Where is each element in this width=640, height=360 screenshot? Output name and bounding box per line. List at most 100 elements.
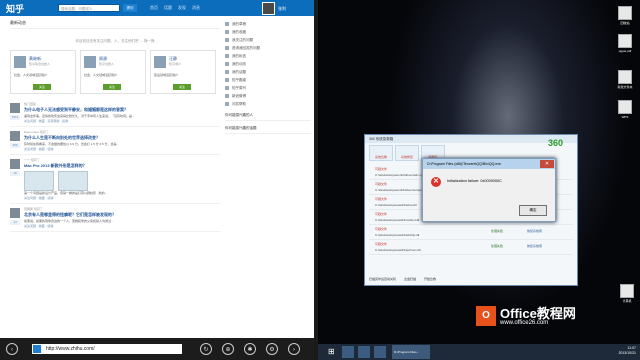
- row-action[interactable]: 恢复系统项: [527, 229, 542, 233]
- feed-item: 386 Eason Guo 赞同了 为什么人生是不断向别处的世界选择改变？ 有时…: [10, 130, 220, 155]
- avatar[interactable]: [10, 208, 20, 218]
- feed-item: 1512 热门回答 为什么电子人无法感受到平静安，和婚姻都是这样的答案？ 遇到这…: [10, 102, 220, 127]
- desktop-icon[interactable]: 新建文件夹: [616, 70, 634, 89]
- feed-title: 最新动态: [10, 20, 220, 29]
- avatar[interactable]: [154, 56, 166, 68]
- search-input[interactable]: 搜索话题、问题或人: [58, 4, 120, 12]
- zhihu-logo[interactable]: 知乎: [6, 2, 24, 15]
- feed-actions[interactable]: 关注问题 · 收藏 · 感谢: [24, 196, 220, 200]
- row-status: 处理失败: [491, 244, 504, 248]
- feed-answer-summary[interactable]: 遇到这件事，爱情的欢庆会来得比较长久，对于手中有人生来说，「没有时间」是...: [24, 114, 220, 118]
- nav-messages[interactable]: 消息: [192, 5, 200, 11]
- invite-icon: [225, 46, 229, 50]
- start-rescue-button[interactable]: 开始急救: [424, 277, 436, 281]
- row-title: 可疑文件: [375, 197, 388, 201]
- pin-icon[interactable]: ✱: [244, 343, 256, 355]
- vote-count[interactable]: 14: [10, 220, 20, 225]
- feed-question-link[interactable]: Mac Pro 2013 新款外形是怎样的？: [24, 163, 220, 169]
- site-favicon: [33, 345, 41, 353]
- feed-actions[interactable]: 关注问题 · 收藏 · 感谢: [24, 224, 220, 228]
- close-icon[interactable]: ✕: [540, 160, 554, 168]
- tabs-icon[interactable]: ⊕: [222, 343, 234, 355]
- tab-rescue[interactable]: 系统急救: [369, 145, 393, 161]
- answer-image[interactable]: [58, 171, 89, 191]
- avatar[interactable]: [14, 56, 26, 68]
- refresh-icon[interactable]: ↻: [200, 343, 212, 355]
- sidebar-item-followed-questions[interactable]: 我关注的问题: [225, 36, 311, 44]
- sidebar-item-topics[interactable]: 我的话题: [225, 68, 311, 76]
- ask-button[interactable]: 提问: [123, 4, 137, 12]
- vote-count[interactable]: 1512: [10, 115, 20, 120]
- desktop-icon[interactable]: qqpet.pdf: [616, 34, 634, 53]
- sidebar-item-drafts[interactable]: 我的草稿: [225, 20, 311, 28]
- sidebar-item-roundtable[interactable]: 知乎圆桌: [225, 76, 311, 84]
- desktop-icon[interactable]: 回收站: [616, 6, 634, 25]
- row-title: 可疑文件: [375, 167, 388, 171]
- sidebar-item-weekly[interactable]: 知乎周刊: [225, 84, 311, 92]
- sidebar-item-collections[interactable]: 我的收藏: [225, 28, 311, 36]
- feed-actions[interactable]: 关注问题 · 收藏 · 感谢: [24, 147, 220, 151]
- table-row[interactable]: 可疑文件 C:\windows\syswow64\winhttp.dll 处理失…: [369, 225, 573, 240]
- desktop-icon[interactable]: 计算机: [618, 284, 636, 303]
- feed-actions[interactable]: 关注问题 · 收藏 · 没有帮助 · 感谢: [24, 119, 220, 123]
- avatar[interactable]: [10, 103, 20, 113]
- row-action[interactable]: 恢复系统项: [527, 244, 542, 248]
- feed-question-link[interactable]: 北京有人是哪里得的怪癖呢？它们是怎样被发现的？: [24, 212, 220, 218]
- sidebar-item-invitations[interactable]: 邀请我回答的问题: [225, 44, 311, 52]
- suggested-topics-title: 你可能感兴趣的话题: [225, 126, 311, 134]
- vote-count[interactable]: 386: [10, 143, 20, 148]
- feed-answer-summary[interactable]: 第一个问题是新设计产品，值得一看的是打算以圆柱形 · 新的...: [24, 191, 220, 195]
- nav-home[interactable]: 首页: [150, 5, 158, 11]
- windows-start-icon[interactable]: ⊞: [328, 347, 338, 357]
- main-column: 最新动态 你目前还没有关注问题、人，关注他们吧 → 换一换 黄继新 知乎联合创始…: [10, 20, 220, 232]
- ie-address-bar: ‹ http://www.zhihu.com/ ↻ ⊕ ✱ ⚙ ›: [0, 338, 314, 360]
- suggest-card: 周源 知乎创始人 社会、人文领域活跃用户 关注: [80, 50, 146, 94]
- back-icon[interactable]: ‹: [6, 343, 18, 355]
- full-scan-option[interactable]: 全盘扫描: [404, 277, 416, 281]
- row-title: 可疑文件: [375, 182, 388, 186]
- feed-question-link[interactable]: 为什么人生是不断向别处的世界选择改变？: [24, 135, 220, 141]
- table-row[interactable]: 可疑文件 C:\windows\syswow64\perfmon.dll 处理失…: [369, 240, 573, 255]
- sidebar-item-messages[interactable]: 我的私信: [225, 52, 311, 60]
- sidebar: 我的草稿 我的收藏 我关注的问题 邀请我回答的问题 我的私信 我的动态 我的话题…: [225, 20, 311, 134]
- taskbar-app-qq[interactable]: D:\Program Files...: [392, 345, 430, 359]
- avatar[interactable]: [10, 131, 20, 141]
- pdf-file-icon: [618, 34, 632, 48]
- follow-button[interactable]: 关注: [103, 84, 121, 90]
- nav-topics[interactable]: 话题: [164, 5, 172, 11]
- feed-meta: Eason Guo 赞同了: [24, 130, 49, 134]
- avatar[interactable]: [84, 56, 96, 68]
- window-footer: 扫描完毕后自动关机 全盘扫描 开始急救: [369, 277, 436, 281]
- window-title[interactable]: 360 系统急救箱: [365, 135, 577, 143]
- ie-taskbar-icon[interactable]: [342, 346, 354, 358]
- dialog-title[interactable]: D:\Program Files (x86)\Tencent\QQ\Bin\QQ…: [423, 159, 555, 169]
- sidebar-item-weibo[interactable]: 新浪微博: [225, 92, 311, 100]
- answer-image[interactable]: [24, 171, 54, 191]
- weibo-icon: [225, 94, 229, 98]
- sidebar-item-activity[interactable]: 我的动态: [225, 60, 311, 68]
- taskbar: ⊞ D:\Program Files... 11:07 2013/10/21: [318, 344, 640, 360]
- follow-button[interactable]: 关注: [173, 84, 191, 90]
- nav-discover[interactable]: 发现: [178, 5, 186, 11]
- security-taskbar-icon[interactable]: [374, 346, 386, 358]
- user-menu[interactable]: 张利: [262, 2, 286, 15]
- vote-count[interactable]: 16: [10, 171, 20, 176]
- address-input[interactable]: http://www.zhihu.com/: [32, 344, 182, 354]
- user-name: 张利: [278, 5, 286, 11]
- feed-answer-summary[interactable]: 有时候在我看来，不会做的要给以 4.9 分，也会打 1.5 分 2.5 分，这是…: [24, 142, 220, 146]
- explorer-taskbar-icon[interactable]: [358, 346, 370, 358]
- tab-repair[interactable]: 系统修复: [395, 145, 419, 161]
- desktop-icon[interactable]: WPS: [616, 100, 634, 119]
- auto-shutdown-checkbox[interactable]: 扫描完毕后自动关机: [369, 277, 396, 281]
- avatar[interactable]: [10, 159, 20, 169]
- feed-question-link[interactable]: 为什么电子人无法感受到平静安，和婚姻都是这样的答案？: [24, 107, 220, 113]
- page-tools-icon[interactable]: ⚙: [266, 343, 278, 355]
- clock[interactable]: 11:07 2013/10/21: [618, 346, 636, 356]
- feed-answer-summary[interactable]: 如果说，如果找到你身边的一个人，离婚和你的父亲和别人沟通过...: [24, 219, 220, 223]
- desktop-pane: 回收站 qqpet.pdf 新建文件夹 WPS 计算机 360 系统急救箱 36…: [318, 0, 640, 360]
- question-icon: [225, 38, 229, 42]
- ok-button[interactable]: 确定: [519, 205, 547, 216]
- forward-icon[interactable]: ›: [288, 343, 300, 355]
- follow-button[interactable]: 关注: [33, 84, 51, 90]
- sidebar-item-help[interactable]: 问答帮助: [225, 100, 311, 108]
